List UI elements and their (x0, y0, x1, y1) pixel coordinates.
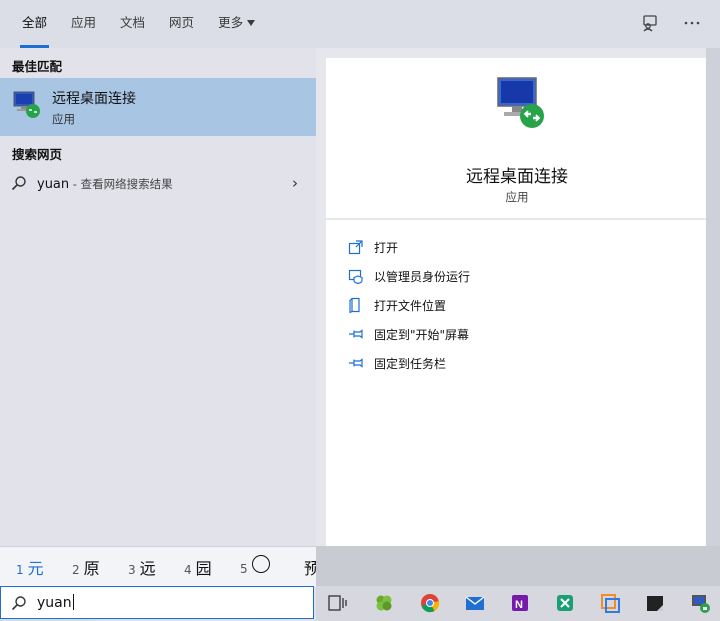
chevron-right-icon[interactable]: › (292, 174, 298, 192)
sticky-notes-icon[interactable] (644, 592, 666, 614)
candidate-number: 5 (240, 562, 248, 576)
action-run-as-admin[interactable]: 以管理员身份运行 (348, 265, 470, 287)
best-match-type: 应用 (52, 112, 75, 126)
app-subtitle: 应用 (505, 190, 529, 204)
ime-candidate[interactable]: 2原 (72, 555, 100, 579)
web-query-suffix: - 查看网络搜索结果 (69, 177, 173, 191)
open-icon (348, 240, 363, 255)
candidate-char: 原 (83, 559, 100, 578)
tab-label: 全部 (22, 15, 48, 30)
search-icon (11, 596, 26, 611)
taskbar: N (316, 586, 720, 621)
best-match-name: 远程桌面连接 (52, 91, 136, 107)
candidate-number: 3 (128, 563, 136, 577)
clover-app-icon[interactable] (373, 592, 395, 614)
candidate-char: 远 (139, 559, 156, 578)
pin-icon (349, 358, 363, 368)
ime-candidate-bar: 1元 2原 3远 4园 5 预 (0, 546, 320, 587)
candidate-number: 1 (16, 563, 24, 577)
search-icon (11, 176, 26, 191)
tab-all[interactable]: 全部 (10, 0, 59, 48)
tab-documents[interactable]: 文档 (108, 0, 157, 48)
action-pin-to-start[interactable]: 固定到"开始"屏幕 (348, 323, 469, 345)
chevron-down-icon (247, 20, 256, 26)
best-match-heading: 最佳匹配 (12, 59, 63, 74)
task-view-icon[interactable] (326, 592, 348, 614)
ime-candidate[interactable]: 3远 (128, 555, 156, 579)
ime-candidate[interactable]: 4园 (184, 555, 212, 579)
action-label: 以管理员身份运行 (374, 269, 471, 284)
candidate-number: 2 (72, 563, 80, 577)
action-open[interactable]: 打开 (348, 236, 398, 258)
app-title: 远程桌面连接 (466, 167, 568, 187)
svg-text:N: N (515, 599, 523, 611)
ime-bar-background (316, 546, 720, 586)
chrome-icon[interactable] (419, 592, 441, 614)
tab-apps[interactable]: 应用 (59, 0, 108, 48)
web-search-item[interactable]: yuan - 查看网络搜索结果 › (0, 170, 316, 198)
circle-symbol-icon (251, 555, 270, 573)
web-query: yuan (37, 177, 70, 192)
more-options-icon[interactable] (682, 13, 702, 33)
action-label: 固定到任务栏 (374, 356, 447, 371)
action-label: 打开文件位置 (374, 298, 447, 313)
action-label: 打开 (374, 240, 399, 255)
feedback-icon[interactable] (640, 13, 660, 33)
tab-more[interactable]: 更多 (206, 0, 267, 48)
action-label: 固定到"开始"屏幕 (374, 327, 470, 342)
remote-desktop-icon (13, 91, 40, 118)
search-input[interactable]: yuan (37, 595, 72, 611)
tab-label: 更多 (218, 15, 244, 30)
run-as-admin-icon (348, 269, 363, 284)
scope-tabs: 全部 应用 文档 网页 更多 (10, 0, 267, 48)
app-detail-card: 远程桌面连接 应用 (326, 58, 708, 218)
action-list: 打开 以管理员身份运行 打开文件位置 固定到"开始"屏幕 固定到任务栏 (326, 220, 708, 546)
ime-candidate[interactable]: 1元 (16, 555, 44, 579)
file-location-icon (349, 297, 360, 313)
detail-panel: 远程桌面连接 应用 打开 以管理员身份运行 打开文件位置 固定到"开始"屏幕 固… (316, 48, 720, 546)
results-panel: 最佳匹配 远程桌面连接 应用 搜索网页 yuan - 查看网络搜索结果 › (0, 48, 316, 546)
candidate-char: 园 (195, 559, 212, 578)
text-cursor (72, 594, 74, 610)
snip-tool-icon[interactable] (599, 592, 621, 614)
tab-label: 网页 (169, 15, 195, 30)
candidate-char: 元 (27, 559, 44, 578)
candidate-number: 4 (184, 563, 192, 577)
action-open-file-location[interactable]: 打开文件位置 (348, 294, 446, 316)
ime-candidate[interactable]: 5 (240, 555, 270, 579)
mail-icon[interactable] (464, 592, 486, 614)
remote-app-icon[interactable] (689, 592, 711, 614)
tab-web[interactable]: 网页 (157, 0, 206, 48)
search-box[interactable]: yuan (0, 586, 314, 619)
pin-icon (349, 329, 363, 339)
xmind-icon[interactable] (554, 592, 576, 614)
tab-label: 应用 (71, 15, 97, 30)
action-pin-to-taskbar[interactable]: 固定到任务栏 (348, 352, 446, 374)
desktop-edge (706, 48, 720, 546)
search-scope-bar: 全部 应用 文档 网页 更多 (0, 0, 720, 48)
best-match-item[interactable]: 远程桌面连接 应用 (0, 78, 316, 136)
onenote-icon[interactable]: N (509, 592, 531, 614)
web-search-heading: 搜索网页 (12, 147, 63, 162)
tab-label: 文档 (120, 15, 146, 30)
remote-desktop-icon (497, 77, 544, 128)
